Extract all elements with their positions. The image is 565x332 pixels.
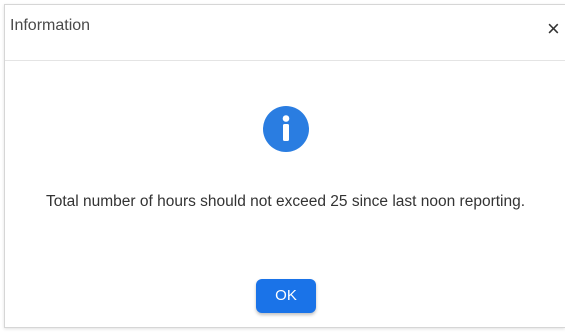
- info-icon: [263, 106, 309, 152]
- dialog-title: Information: [10, 17, 91, 34]
- close-icon[interactable]: ×: [547, 18, 563, 40]
- information-dialog: Information × Total number of hours shou…: [4, 4, 565, 328]
- ok-button[interactable]: OK: [256, 279, 316, 313]
- dialog-message: Total number of hours should not exceed …: [45, 193, 526, 210]
- dialog-header: Information ×: [5, 5, 565, 61]
